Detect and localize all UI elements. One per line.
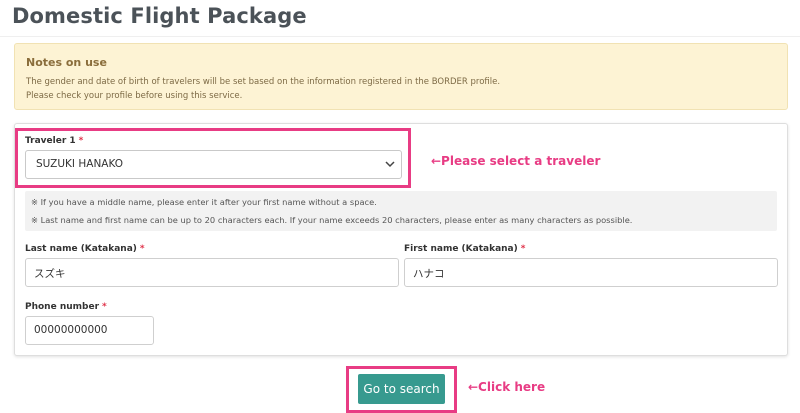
last-name-input[interactable]: スズキ xyxy=(25,258,399,287)
phone-value: 00000000000 xyxy=(34,324,108,336)
first-name-input[interactable]: ハナコ xyxy=(404,258,778,287)
go-to-search-button[interactable]: Go to search xyxy=(358,374,445,404)
select-traveler-annotation: ←Please select a traveler xyxy=(431,154,601,168)
hint-line-1: ※ If you have a middle name, please ente… xyxy=(31,197,377,207)
name-hints: ※ If you have a middle name, please ente… xyxy=(25,191,777,231)
title-divider xyxy=(0,36,800,37)
last-name-value: スズキ xyxy=(34,268,66,280)
notes-line-2: Please check your profile before using t… xyxy=(26,91,243,101)
traveler-label: Traveler 1 * xyxy=(25,136,84,146)
phone-input[interactable]: 00000000000 xyxy=(25,316,154,345)
notes-title: Notes on use xyxy=(26,56,107,69)
traveler-selected-value: SUZUKI HANAKO xyxy=(36,158,124,170)
notes-panel: Notes on use The gender and date of birt… xyxy=(14,43,788,110)
first-name-value: ハナコ xyxy=(413,268,445,280)
notes-line-1: The gender and date of birth of traveler… xyxy=(26,77,501,87)
phone-label: Phone number * xyxy=(25,302,107,312)
traveler-select[interactable]: SUZUKI HANAKO xyxy=(25,150,402,179)
page-title: Domestic Flight Package xyxy=(12,4,307,28)
last-name-label: Last name (Katakana) * xyxy=(25,244,145,254)
click-here-annotation: ←Click here xyxy=(468,380,546,394)
chevron-down-icon xyxy=(384,156,396,172)
first-name-label: First name (Katakana) * xyxy=(404,244,526,254)
hint-line-2: ※ Last name and first name can be up to … xyxy=(31,215,633,225)
